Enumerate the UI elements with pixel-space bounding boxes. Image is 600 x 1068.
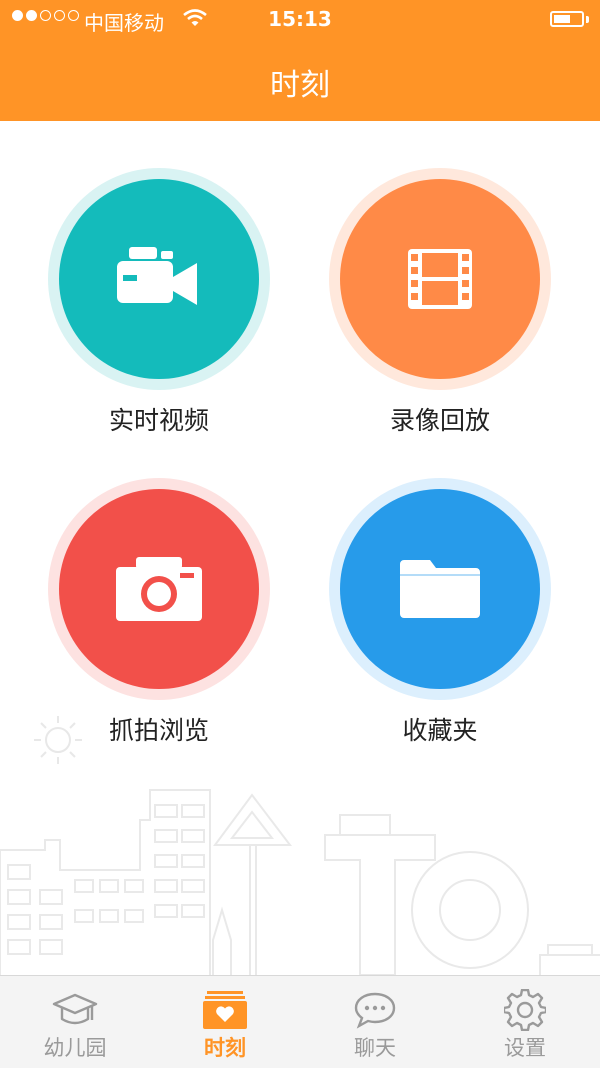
page-title: 时刻 (270, 68, 330, 103)
chat-bubble-icon (354, 992, 396, 1029)
battery-icon (550, 11, 584, 27)
tab-settings[interactable]: 设置 (450, 976, 600, 1068)
snapshot-browse-button[interactable]: 抓拍浏览 (33, 478, 273, 778)
tab-kindergarten-label: 幼儿园 (43, 1036, 107, 1060)
navigation-bar: 中国移动 15:13 时刻 (0, 0, 600, 121)
tab-moments-label: 时刻 (204, 1036, 246, 1060)
city-skyline-illustration (0, 789, 600, 975)
tab-chat[interactable]: 聊天 (300, 976, 450, 1068)
graduation-cap-icon (52, 993, 98, 1025)
snapshot-browse-label: 抓拍浏览 (108, 716, 209, 745)
tab-moments[interactable]: 时刻 (150, 976, 300, 1068)
video-camera-icon (117, 247, 197, 305)
live-video-button[interactable]: 实时视频 (33, 168, 273, 468)
playback-button[interactable]: 录像回放 (314, 168, 554, 468)
favorites-label: 收藏夹 (402, 716, 478, 745)
camera-icon (116, 557, 202, 621)
heart-box-icon (203, 991, 247, 1029)
live-video-label: 实时视频 (108, 406, 209, 435)
folder-icon (400, 560, 480, 618)
playback-label: 录像回放 (389, 406, 490, 435)
tab-bar: 幼儿园 时刻 聊天 设置 (0, 975, 600, 1068)
gear-icon (504, 989, 546, 1031)
status-time: 15:13 (268, 7, 332, 31)
status-bar: 中国移动 15:13 (0, 0, 600, 40)
tab-chat-label: 聊天 (354, 1036, 396, 1060)
film-icon (408, 249, 472, 309)
tab-settings-label: 设置 (504, 1036, 546, 1060)
favorites-button[interactable]: 收藏夹 (314, 478, 554, 778)
tab-kindergarten[interactable]: 幼儿园 (0, 976, 150, 1068)
